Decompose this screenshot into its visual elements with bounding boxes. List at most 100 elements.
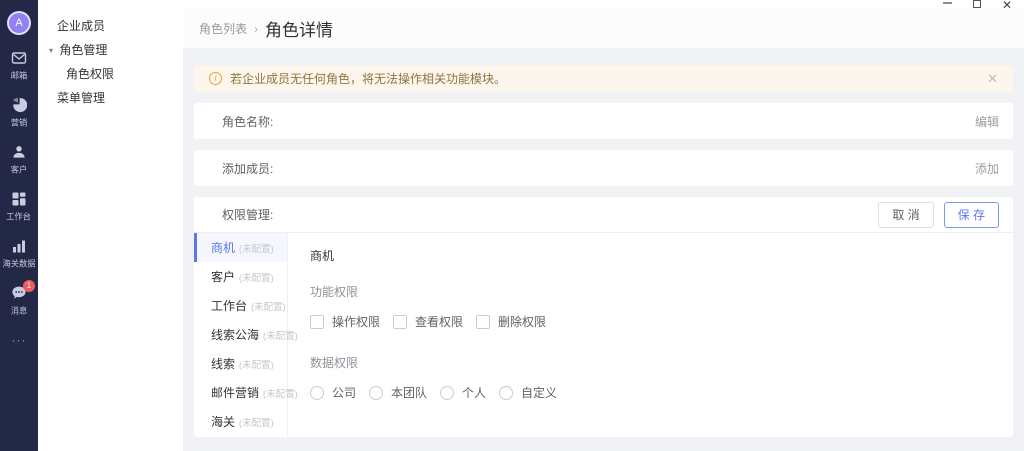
checkbox-label: 操作权限 bbox=[332, 313, 380, 330]
rail-item-marketing[interactable]: 营销 bbox=[10, 97, 28, 129]
icon-rail: A 邮箱 营销 客户 工作台 bbox=[0, 0, 38, 451]
checkbox-icon bbox=[476, 315, 490, 329]
close-button[interactable]: ✕ bbox=[1002, 0, 1012, 9]
checkbox-icon bbox=[310, 315, 324, 329]
rail-item-customer[interactable]: 客户 bbox=[10, 144, 28, 176]
cancel-button[interactable]: 取 消 bbox=[878, 202, 933, 228]
radio-icon bbox=[369, 386, 383, 400]
sidebar-item-label: 角色权限 bbox=[66, 67, 114, 81]
checkbox-view-permission[interactable]: 查看权限 bbox=[393, 313, 463, 330]
rail-item-messages[interactable]: 1 消息 bbox=[10, 285, 28, 317]
permission-panel: 商机 功能权限 操作权限 查看权限 bbox=[288, 233, 1013, 437]
function-permission-options: 操作权限 查看权限 删除权限 bbox=[310, 313, 1013, 330]
tab-status: (未配置) bbox=[239, 269, 274, 283]
tab-business-opportunity[interactable]: 商机 (未配置) bbox=[194, 233, 287, 262]
edit-button[interactable]: 编辑 bbox=[975, 113, 999, 130]
page-header: 角色列表 › 角色详情 bbox=[183, 9, 1024, 48]
tab-customer[interactable]: 客户 (未配置) bbox=[194, 262, 287, 291]
rail-item-label: 海关数据 bbox=[2, 258, 35, 270]
page-title: 角色详情 bbox=[265, 16, 333, 41]
sidebar-item-label: 菜单管理 bbox=[57, 91, 105, 105]
add-member-label: 添加成员: bbox=[222, 160, 273, 177]
sidebar-item-menu-management[interactable]: 菜单管理 bbox=[38, 86, 183, 110]
tab-leads[interactable]: 线索 (未配置) bbox=[194, 349, 287, 378]
permission-card: 权限管理: 取 消 保 存 商机 (未配置) 客户 (未配置) bbox=[194, 197, 1013, 437]
role-name-label: 角色名称: bbox=[222, 113, 273, 130]
tab-status: (未配置) bbox=[263, 385, 298, 399]
nav-sidebar: 企业成员 ▾ 角色管理 角色权限 菜单管理 bbox=[38, 0, 183, 451]
sidebar-item-role-permission[interactable]: 角色权限 bbox=[38, 62, 183, 86]
window-controls: ✕ bbox=[943, 0, 1012, 9]
maximize-icon bbox=[973, 0, 981, 8]
tab-label: 线索公海 bbox=[211, 326, 259, 343]
radio-icon bbox=[440, 386, 454, 400]
radio-label: 自定义 bbox=[521, 384, 557, 401]
tab-label: 工作台 bbox=[211, 297, 247, 314]
tab-workbench[interactable]: 工作台 (未配置) bbox=[194, 291, 287, 320]
function-permission-label: 功能权限 bbox=[310, 283, 1013, 300]
customer-icon bbox=[11, 144, 27, 160]
radio-custom[interactable]: 自定义 bbox=[499, 384, 557, 401]
tab-label: 客户 bbox=[211, 268, 235, 285]
close-icon: ✕ bbox=[1002, 0, 1012, 9]
warning-banner: i 若企业成员无任何角色，将无法操作相关功能模块。 ✕ bbox=[194, 65, 1013, 92]
rail-item-customs-data[interactable]: 海关数据 bbox=[1, 238, 37, 270]
breadcrumb-role-list[interactable]: 角色列表 bbox=[199, 20, 247, 37]
permission-body: 商机 (未配置) 客户 (未配置) 工作台 (未配置) 线索公海 bbox=[194, 233, 1013, 437]
sidebar-item-role-management[interactable]: ▾ 角色管理 bbox=[38, 38, 183, 62]
checkbox-label: 删除权限 bbox=[498, 313, 546, 330]
tab-label: 邮件营销 bbox=[211, 384, 259, 401]
tab-lead-pool[interactable]: 线索公海 (未配置) bbox=[194, 320, 287, 349]
data-permission-options: 公司 本团队 个人 自 bbox=[310, 384, 1013, 401]
data-permission-label: 数据权限 bbox=[310, 354, 1013, 371]
radio-company[interactable]: 公司 bbox=[310, 384, 356, 401]
rail-item-workbench[interactable]: 工作台 bbox=[5, 191, 32, 223]
rail-item-label: 消息 bbox=[11, 305, 28, 317]
rail-item-label: 工作台 bbox=[7, 211, 32, 223]
rail-item-mail[interactable]: 邮箱 bbox=[10, 50, 28, 82]
checkbox-label: 查看权限 bbox=[415, 313, 463, 330]
tab-email-marketing[interactable]: 邮件营销 (未配置) bbox=[194, 378, 287, 407]
warning-text: 若企业成员无任何角色，将无法操作相关功能模块。 bbox=[230, 70, 506, 87]
checkbox-operate-permission[interactable]: 操作权限 bbox=[310, 313, 380, 330]
workbench-icon bbox=[11, 191, 27, 207]
sidebar-item-label: 角色管理 bbox=[59, 43, 107, 57]
avatar[interactable]: A bbox=[7, 11, 31, 35]
tab-status: (未配置) bbox=[263, 327, 298, 341]
sidebar-item-enterprise-members[interactable]: 企业成员 bbox=[38, 14, 183, 38]
save-button[interactable]: 保 存 bbox=[944, 202, 999, 228]
radio-icon bbox=[499, 386, 513, 400]
chevron-down-icon: ▾ bbox=[49, 39, 53, 63]
tab-status: (未配置) bbox=[239, 240, 274, 254]
module-tab-list: 商机 (未配置) 客户 (未配置) 工作台 (未配置) 线索公海 bbox=[194, 233, 288, 437]
info-icon: i bbox=[209, 72, 222, 85]
radio-personal[interactable]: 个人 bbox=[440, 384, 486, 401]
radio-label: 个人 bbox=[462, 384, 486, 401]
radio-label: 本团队 bbox=[391, 384, 427, 401]
checkbox-delete-permission[interactable]: 删除权限 bbox=[476, 313, 546, 330]
checkbox-icon bbox=[393, 315, 407, 329]
rail-item-label: 邮箱 bbox=[11, 70, 28, 82]
permission-label: 权限管理: bbox=[222, 206, 273, 223]
tab-label: 海关 bbox=[211, 413, 235, 430]
tab-label: 线索 bbox=[211, 355, 235, 372]
rail-item-label: 营销 bbox=[11, 117, 28, 129]
app-window: A 邮箱 营销 客户 工作台 bbox=[0, 0, 1024, 451]
bar-chart-icon bbox=[11, 238, 27, 254]
minimize-button[interactable] bbox=[943, 0, 952, 9]
window-titlebar: ✕ bbox=[183, 0, 1024, 9]
role-name-card: 角色名称: 编辑 bbox=[194, 103, 1013, 139]
banner-close-icon[interactable]: ✕ bbox=[987, 71, 998, 87]
tab-label: 商机 bbox=[211, 239, 235, 256]
rail-more-button[interactable]: ··· bbox=[12, 333, 27, 347]
message-badge: 1 bbox=[23, 280, 35, 292]
tab-status: (未配置) bbox=[251, 298, 286, 312]
permission-header: 权限管理: 取 消 保 存 bbox=[194, 197, 1013, 233]
radio-team[interactable]: 本团队 bbox=[369, 384, 427, 401]
main-area: ✕ 角色列表 › 角色详情 i 若企业成员无任何角色，将无法操作相关功能模块。 … bbox=[183, 0, 1024, 451]
tab-customs[interactable]: 海关 (未配置) bbox=[194, 407, 287, 436]
maximize-button[interactable] bbox=[973, 0, 981, 9]
minimize-icon bbox=[943, 2, 952, 4]
add-button[interactable]: 添加 bbox=[975, 160, 999, 177]
mail-icon bbox=[11, 50, 27, 66]
